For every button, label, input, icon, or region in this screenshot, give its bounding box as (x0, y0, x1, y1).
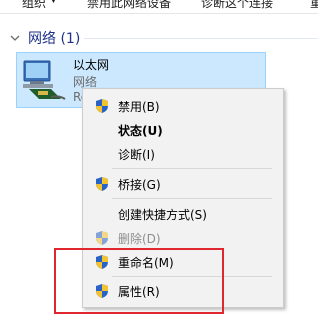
menu-item-label: 诊断(I) (118, 148, 155, 162)
menu-item-label: 状态(U) (118, 124, 163, 138)
rename-connection-button[interactable]: 重 (310, 0, 318, 11)
network-group-header[interactable]: 网络 (1) (8, 29, 80, 47)
chevron-down-icon[interactable]: ▼ (50, 0, 57, 5)
menu-item-create-shortcut[interactable]: 创建快捷方式(S) (83, 202, 283, 226)
menu-item-delete[interactable]: 删除(D) (83, 226, 283, 250)
disable-device-button[interactable]: 禁用此网络设备 (87, 0, 171, 11)
highlight-box (54, 248, 224, 314)
chevron-down-icon[interactable] (8, 31, 22, 45)
menu-item-label: 删除(D) (118, 232, 161, 246)
menu-separator (112, 198, 272, 199)
diagnose-connection-button[interactable]: 诊断这个连接 (201, 0, 273, 11)
uac-shield-icon (96, 231, 108, 245)
network-name: 以太网 (73, 58, 110, 72)
menu-item-label: 禁用(B) (118, 100, 160, 114)
menu-item-bridge[interactable]: 桥接(G) (83, 172, 283, 196)
group-title: 网络 (1) (28, 31, 81, 47)
group-divider (84, 38, 318, 39)
network-adapter-icon (23, 60, 66, 100)
menu-item-label: 创建快捷方式(S) (118, 208, 207, 222)
menu-item-disable[interactable]: 禁用(B) (83, 94, 283, 118)
uac-shield-icon (96, 99, 108, 113)
menu-item-status[interactable]: 状态(U) (83, 118, 283, 142)
menu-item-label: 桥接(G) (118, 178, 161, 192)
menu-item-diagnose[interactable]: 诊断(I) (83, 142, 283, 166)
organize-button[interactable]: 组织 (22, 0, 46, 11)
uac-shield-icon (96, 177, 108, 191)
menu-separator (112, 168, 272, 169)
command-bar: 组织 ▼ 禁用此网络设备 诊断这个连接 重 (0, 0, 318, 14)
